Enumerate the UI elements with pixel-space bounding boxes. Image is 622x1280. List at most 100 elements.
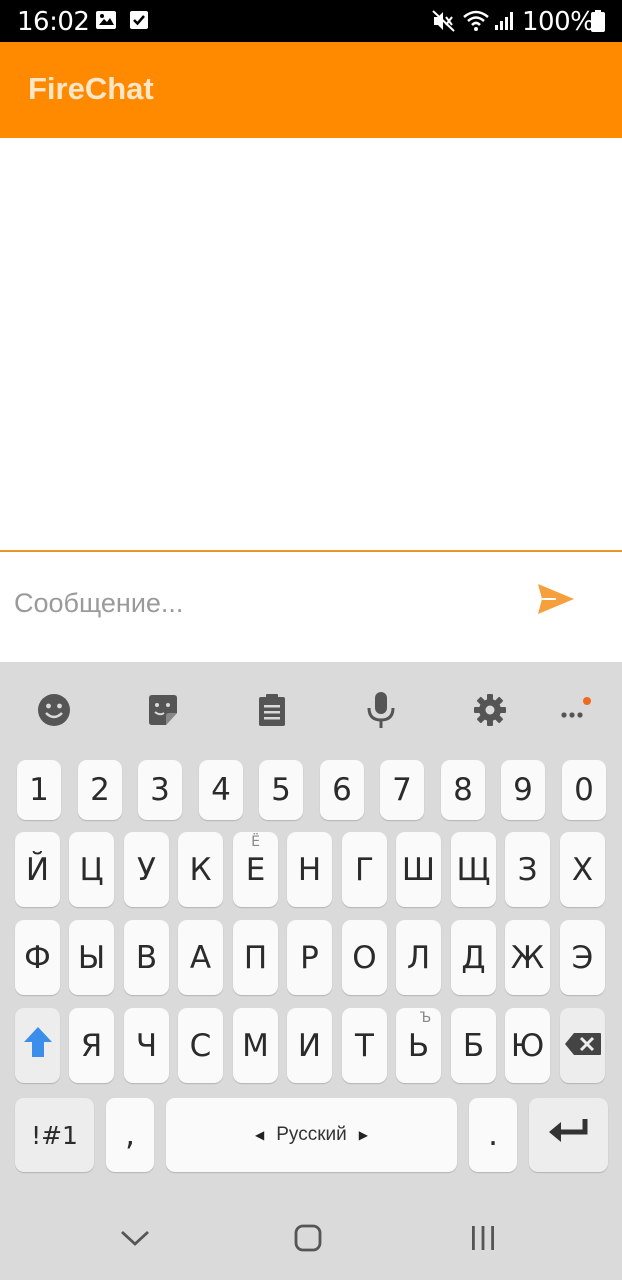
emoji-button[interactable] [32,690,76,734]
key-7[interactable]: 7 [380,760,424,820]
shift-key[interactable] [15,1008,60,1083]
comma-key[interactable]: , [106,1098,154,1172]
key-letter[interactable]: Б [451,1008,496,1083]
message-list[interactable] [0,138,622,550]
status-time: 16:02 [17,7,90,37]
voice-input-button[interactable] [359,690,403,734]
key-label: Д [461,939,486,976]
key-letter[interactable]: С [178,1008,223,1083]
key-letter[interactable]: Ы [69,920,114,995]
settings-icon [472,692,508,733]
chevron-down-icon [120,1229,150,1252]
nav-recents-button[interactable] [463,1220,503,1260]
more-options-button[interactable] [552,690,596,734]
key-letter[interactable]: А [178,920,223,995]
comma-label: , [125,1117,135,1153]
battery-percent: 100% [522,7,595,37]
key-label: О [352,939,377,976]
key-label: Щ [456,851,491,888]
clipboard-button[interactable] [250,690,294,734]
sticker-button[interactable] [141,690,185,734]
key-label: Ц [79,851,104,888]
backspace-key[interactable] [560,1008,605,1083]
send-button[interactable] [536,582,584,622]
key-letter[interactable]: Щ [451,832,496,907]
key-label: Е [245,851,266,888]
key-1[interactable]: 1 [17,760,61,820]
key-label: Ш [401,851,436,888]
enter-key[interactable] [529,1098,608,1172]
key-letter[interactable]: Ф [15,920,60,995]
key-letter[interactable]: ЪЬ [396,1008,441,1083]
key-letter[interactable]: В [124,920,169,995]
key-letter[interactable]: М [233,1008,278,1083]
key-letter[interactable]: Р [287,920,332,995]
key-9[interactable]: 9 [501,760,545,820]
key-label: Т [355,1027,374,1064]
mic-icon [366,691,396,734]
key-letter[interactable]: Ю [505,1008,550,1083]
key-letter[interactable]: Д [451,920,496,995]
symbols-key[interactable]: !#1 [15,1098,94,1172]
key-letter[interactable]: Э [560,920,605,995]
home-icon [294,1224,322,1257]
period-key[interactable]: . [469,1098,517,1172]
key-5[interactable]: 5 [259,760,303,820]
key-letter[interactable]: Ш [396,832,441,907]
key-4[interactable]: 4 [199,760,243,820]
key-label: Ь [407,1027,430,1064]
key-letter[interactable]: У [124,832,169,907]
key-letter[interactable]: Х [560,832,605,907]
more-icon [554,695,594,730]
key-letter[interactable]: Н [287,832,332,907]
key-label: З [517,851,538,888]
key-letter[interactable]: П [233,920,278,995]
key-label: Г [355,851,374,888]
key-letter[interactable]: Т [342,1008,387,1083]
key-label: Э [571,939,594,976]
keyboard-settings-button[interactable] [468,690,512,734]
key-letter[interactable]: И [287,1008,332,1083]
key-letter[interactable]: Г [342,832,387,907]
key-letter[interactable]: Ч [124,1008,169,1083]
key-label: Я [80,1027,103,1064]
space-key[interactable]: ◀ Русский ▶ [166,1098,457,1172]
clipboard-icon [257,693,287,732]
nav-back-button[interactable] [115,1220,155,1260]
key-label: К [189,851,212,888]
wifi-icon [462,10,490,37]
key-letter[interactable]: К [178,832,223,907]
key-label: Р [300,939,319,976]
key-letter[interactable]: Ж [505,920,550,995]
key-letter[interactable]: ЁЕ [233,832,278,907]
arrow-right-icon: ▶ [358,1128,368,1142]
key-label: Й [25,851,50,888]
key-label: А [189,939,212,976]
key-letter[interactable]: О [342,920,387,995]
key-letter[interactable]: Л [396,920,441,995]
key-label: П [243,939,268,976]
signal-icon [494,10,516,37]
key-label: И [297,1027,322,1064]
key-letter[interactable]: Я [69,1008,114,1083]
key-letter[interactable]: Ц [69,832,114,907]
language-label: Русский [276,1124,347,1145]
key-label: Х [571,851,594,888]
key-label: С [189,1027,212,1064]
emoji-icon [37,693,71,732]
enter-icon [548,1117,590,1153]
backspace-icon [564,1028,602,1064]
key-letter[interactable]: Й [15,832,60,907]
status-bar: 16:02 100% [0,0,622,42]
message-input[interactable] [14,580,504,626]
period-label: . [488,1117,498,1153]
language-switcher: ◀ Русский ▶ [255,1124,368,1146]
key-3[interactable]: 3 [138,760,182,820]
key-2[interactable]: 2 [78,760,122,820]
key-6[interactable]: 6 [320,760,364,820]
key-0[interactable]: 0 [562,760,606,820]
key-hint: Ё [251,834,260,850]
nav-home-button[interactable] [288,1220,328,1260]
key-letter[interactable]: З [505,832,550,907]
key-8[interactable]: 8 [441,760,485,820]
